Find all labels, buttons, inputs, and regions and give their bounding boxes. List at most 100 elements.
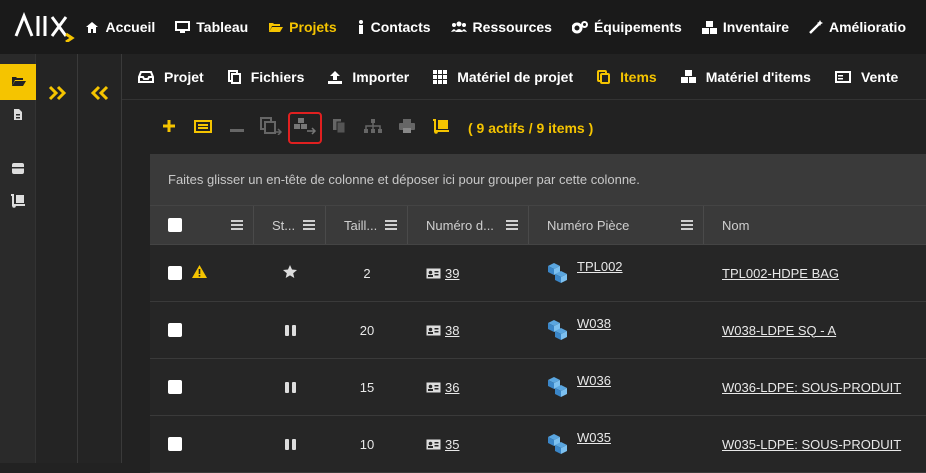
group-drop-zone[interactable]: Faites glisser un en-tête de colonne et … xyxy=(150,154,926,206)
numero-piece-link[interactable]: W038 xyxy=(577,316,611,331)
subnav-items[interactable]: Items xyxy=(597,69,657,85)
numero-piece-cell[interactable]: W035 xyxy=(529,416,704,472)
print-button[interactable] xyxy=(390,112,424,144)
column-status[interactable]: St... xyxy=(254,206,326,244)
copy-arrow-icon xyxy=(260,117,283,139)
expand-sidebar-icon[interactable] xyxy=(36,84,77,107)
column-taille[interactable]: Taill... xyxy=(326,206,408,244)
topnav-equipements[interactable]: Équipements xyxy=(571,19,682,35)
column-menu-icon[interactable] xyxy=(506,220,518,230)
items-grid: Faites glisser un en-tête de colonne et … xyxy=(150,154,926,473)
row-select-cell xyxy=(150,359,254,415)
items-toolbar: ( 9 actifs / 9 items ) xyxy=(122,100,926,156)
secondary-sidebar xyxy=(36,54,78,463)
column-menu-icon[interactable] xyxy=(303,220,315,230)
sidebar-item-document[interactable] xyxy=(0,100,36,132)
numero-d-cell[interactable]: 38 xyxy=(408,302,529,358)
numero-piece-link[interactable]: W035 xyxy=(577,430,611,445)
cubes-icon xyxy=(680,70,696,83)
numero-piece-cell[interactable]: TPL002 xyxy=(529,245,704,301)
topnav-tableau[interactable]: Tableau xyxy=(175,19,248,35)
warning-icon xyxy=(192,265,207,281)
select-all-checkbox[interactable] xyxy=(168,218,182,232)
numero-d-cell[interactable]: 36 xyxy=(408,359,529,415)
card-icon xyxy=(834,70,851,83)
numero-d-link[interactable]: 36 xyxy=(445,380,459,395)
nom-cell[interactable]: W035-LDPE: SOUS-PRODUIT xyxy=(704,416,926,472)
nom-link[interactable]: W035-LDPE: SOUS-PRODUIT xyxy=(722,437,901,452)
taille-cell: 10 xyxy=(359,436,375,452)
collapse-sidebar-icon[interactable] xyxy=(78,84,121,107)
card-view-button[interactable] xyxy=(186,112,220,144)
numero-d-link[interactable]: 35 xyxy=(445,437,459,452)
subnav-fichiers[interactable]: Fichiers xyxy=(227,69,304,85)
row-checkbox[interactable] xyxy=(168,323,182,337)
topnav-contacts[interactable]: Contacts xyxy=(357,19,431,35)
column-numero-d[interactable]: Numéro d... xyxy=(408,206,529,244)
inbox-icon xyxy=(138,70,154,83)
topnav-inventaire[interactable]: Inventaire xyxy=(701,19,789,35)
star-icon xyxy=(283,265,297,281)
column-nom-label: Nom xyxy=(722,217,750,233)
column-status-label: St... xyxy=(272,217,296,233)
dolly-button[interactable] xyxy=(424,112,458,144)
nom-link[interactable]: TPL002-HDPE BAG xyxy=(722,266,839,281)
topnav-accueil[interactable]: Accueil xyxy=(85,19,155,35)
column-menu-icon[interactable] xyxy=(231,220,243,230)
column-menu-icon[interactable] xyxy=(681,220,693,230)
subnav-materiel-items[interactable]: Matériel d'items xyxy=(680,69,811,85)
numero-d-cell[interactable]: 39 xyxy=(408,245,529,301)
subnav-materiel-de-projet[interactable]: Matériel de projet xyxy=(433,69,573,85)
topnav-ressources[interactable]: Ressources xyxy=(450,19,552,35)
hierarchy-button[interactable] xyxy=(356,112,390,144)
row-checkbox[interactable] xyxy=(168,266,182,280)
sitemap-icon xyxy=(364,118,382,138)
table-row[interactable]: 15 36 W036 W036-LDPE: SOUS-PRODUIT xyxy=(150,359,926,416)
numero-piece-cell[interactable]: W036 xyxy=(529,359,704,415)
pause-icon xyxy=(284,381,296,393)
copy-button[interactable] xyxy=(322,112,356,144)
column-menu-icon[interactable] xyxy=(385,220,397,230)
alix-logo[interactable] xyxy=(0,0,85,54)
cubes-icon xyxy=(547,376,569,398)
sidebar-item-dolly[interactable] xyxy=(0,186,36,218)
nom-cell[interactable]: TPL002-HDPE BAG xyxy=(704,245,926,301)
numero-piece-cell[interactable]: W038 xyxy=(529,302,704,358)
cubes-icon xyxy=(701,20,717,34)
table-row[interactable]: 20 38 W038 W038-LDPE SQ - A xyxy=(150,302,926,359)
nom-link[interactable]: W036-LDPE: SOUS-PRODUIT xyxy=(722,380,901,395)
sidebar-item-box[interactable] xyxy=(0,154,36,186)
sidebar-item-projets[interactable] xyxy=(0,64,36,100)
subnav-importer[interactable]: Importer xyxy=(328,69,409,85)
square-stack-icon xyxy=(597,69,611,84)
numero-d-cell[interactable]: 35 xyxy=(408,416,529,472)
nom-cell[interactable]: W036-LDPE: SOUS-PRODUIT xyxy=(704,359,926,415)
subnav-vente[interactable]: Vente xyxy=(834,69,898,85)
numero-d-link[interactable]: 39 xyxy=(445,266,459,281)
status-cell xyxy=(254,302,326,358)
row-checkbox[interactable] xyxy=(168,437,182,451)
subnav-projet-label: Projet xyxy=(164,68,204,85)
numero-piece-link[interactable]: W036 xyxy=(577,373,611,388)
row-checkbox[interactable] xyxy=(168,380,182,394)
row-select-cell xyxy=(150,416,254,472)
gears-icon xyxy=(571,20,588,34)
topnav-projets[interactable]: Projets xyxy=(268,19,337,35)
numero-piece-link[interactable]: TPL002 xyxy=(577,259,623,274)
nom-cell[interactable]: W038-LDPE SQ - A xyxy=(704,302,926,358)
column-nom[interactable]: Nom xyxy=(704,206,926,244)
add-button[interactable] xyxy=(152,112,186,144)
subnav-projet[interactable]: Projet xyxy=(138,69,204,85)
topnav-projets-label: Projets xyxy=(289,19,337,35)
column-select[interactable] xyxy=(150,206,254,244)
column-numero-d-label: Numéro d... xyxy=(426,217,494,233)
column-numero-piece[interactable]: Numéro Pièce xyxy=(529,206,704,244)
topnav-amelioration[interactable]: Amélioratio xyxy=(809,19,906,35)
numero-d-link[interactable]: 38 xyxy=(445,323,459,338)
duplicate-move-button[interactable] xyxy=(254,112,288,144)
nom-link[interactable]: W038-LDPE SQ - A xyxy=(722,323,836,338)
remove-button[interactable] xyxy=(220,112,254,144)
transfer-material-button[interactable] xyxy=(288,112,322,144)
table-row[interactable]: 10 35 W035 W035-LDPE: SOUS-PRODUIT xyxy=(150,416,926,473)
table-row[interactable]: 2 39 TPL002 TPL002-HDPE BAG xyxy=(150,245,926,302)
